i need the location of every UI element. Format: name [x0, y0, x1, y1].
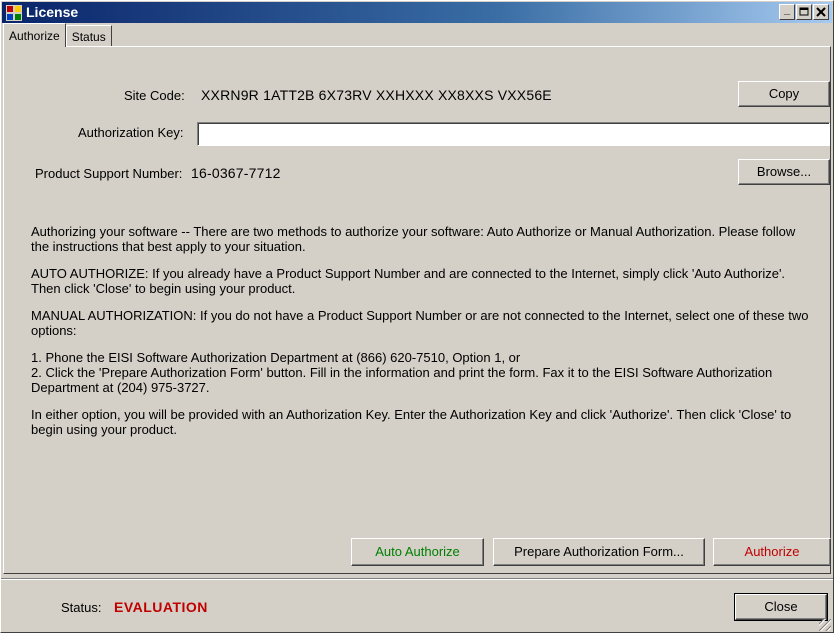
- instructions-text: Authorizing your software -- There are t…: [31, 224, 811, 449]
- site-code-label: Site Code:: [124, 88, 185, 103]
- divider: [1, 578, 833, 580]
- title-bar[interactable]: License _: [2, 2, 832, 23]
- close-window-button[interactable]: [813, 4, 829, 20]
- window-title: License: [26, 4, 79, 20]
- license-window: License _ Authorize Status Site Code: XX: [0, 0, 834, 633]
- close-icon: [816, 7, 826, 17]
- minimize-icon: _: [783, 4, 791, 16]
- instructions-paragraph: 1. Phone the EISI Software Authorization…: [31, 350, 773, 395]
- status-bar: Status: EVALUATION Close: [1, 581, 833, 633]
- site-code-value: XXRN9R 1ATT2B 6X73RV XXHXXX XX8XXS VXX56…: [201, 87, 552, 103]
- minimize-button[interactable]: _: [779, 4, 795, 20]
- tab-authorize[interactable]: Authorize: [3, 23, 66, 47]
- close-button[interactable]: Close: [734, 593, 828, 621]
- support-number-value: 16-0367-7712: [191, 165, 281, 181]
- auth-key-input[interactable]: [197, 122, 830, 146]
- prepare-authorization-form-button[interactable]: Prepare Authorization Form...: [493, 538, 705, 566]
- instructions-paragraph: MANUAL AUTHORIZATION: If you do not have…: [31, 308, 809, 338]
- resize-grip[interactable]: [819, 619, 831, 631]
- maximize-button[interactable]: [796, 4, 812, 20]
- instructions-paragraph: In either option, you will be provided w…: [31, 407, 792, 437]
- auth-key-label: Authorization Key:: [78, 125, 184, 140]
- status-label: Status:: [61, 600, 102, 615]
- instructions-paragraph: Authorizing your software -- There are t…: [31, 224, 796, 254]
- tab-status[interactable]: Status: [65, 25, 112, 47]
- maximize-icon: [799, 7, 809, 16]
- authorize-button[interactable]: Authorize: [713, 538, 831, 566]
- status-badge: EVALUATION: [114, 599, 208, 615]
- support-number-label: Product Support Number:: [35, 166, 183, 181]
- instructions-paragraph: AUTO AUTHORIZE: If you already have a Pr…: [31, 266, 786, 296]
- auto-authorize-button[interactable]: Auto Authorize: [351, 538, 484, 566]
- tab-strip: Authorize Status: [3, 23, 112, 47]
- browse-button[interactable]: Browse...: [738, 159, 830, 185]
- app-icon: [6, 5, 22, 21]
- copy-button[interactable]: Copy: [738, 81, 830, 107]
